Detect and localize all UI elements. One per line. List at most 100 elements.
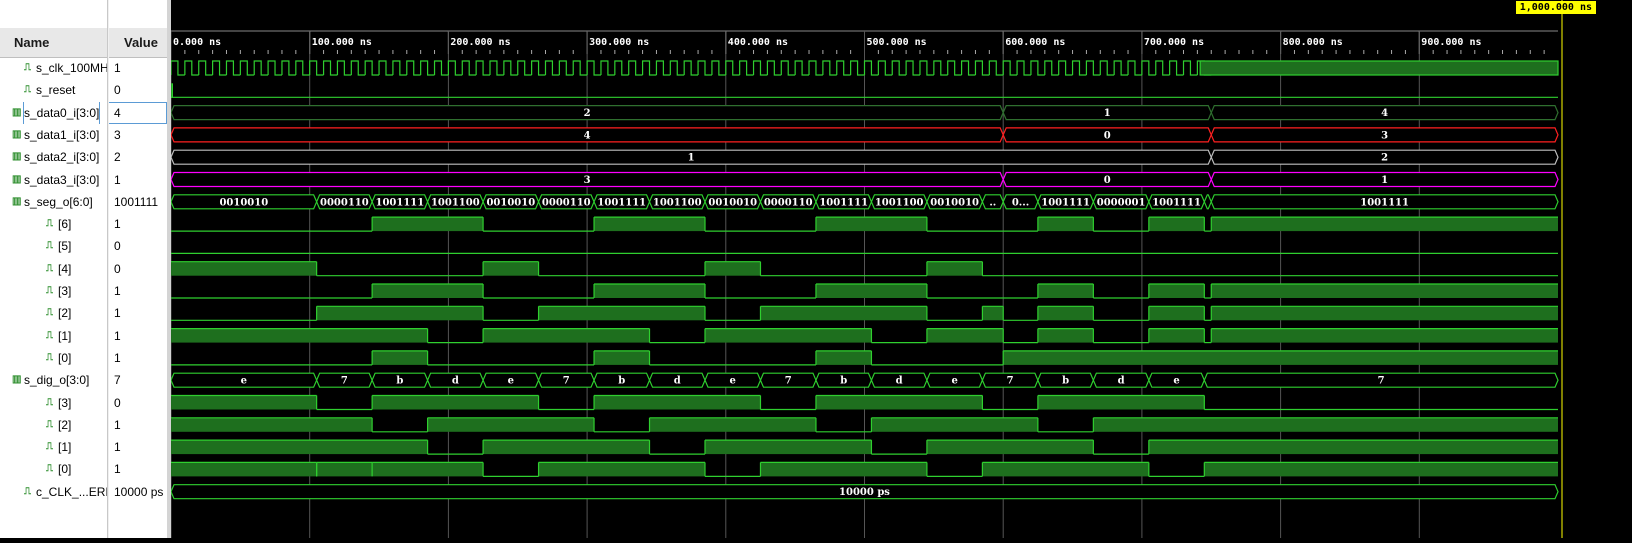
bus-signal-icon: ▥ xyxy=(12,173,22,185)
signal-row[interactable]: ⎍ [6] xyxy=(0,213,107,235)
bus-value-label: 0000110 xyxy=(764,197,813,208)
bit-high-fill xyxy=(372,217,484,232)
waveform-canvas[interactable]: 0.000 ns 100.000 ns 200.000 ns 300.000 ns 40… xyxy=(170,0,1632,538)
signal-value[interactable]: 1 xyxy=(108,325,167,347)
bit-high-fill xyxy=(171,328,428,343)
bit-high-fill xyxy=(815,284,927,298)
signal-row[interactable]: ⎍ [2] xyxy=(0,414,107,436)
signal-value[interactable]: 1 xyxy=(108,347,167,369)
signal-value[interactable]: 1001111 xyxy=(108,191,167,213)
signal-row[interactable]: ⎍ [5] xyxy=(0,235,107,257)
waveform-row[interactable] xyxy=(171,328,1558,344)
signal-value[interactable]: 0 xyxy=(108,392,167,414)
bus-value-label: b xyxy=(1062,376,1069,387)
signal-value[interactable]: 1 xyxy=(108,458,167,480)
waveform-row[interactable] xyxy=(171,216,1558,232)
bit-high-fill xyxy=(760,462,927,477)
bit-high-fill xyxy=(316,462,373,477)
signal-name: [5] xyxy=(58,239,72,254)
bit-high-fill xyxy=(982,306,1004,321)
waveform-row[interactable] xyxy=(171,305,1558,321)
column-splitter[interactable] xyxy=(107,0,109,538)
bit-high-fill xyxy=(594,217,705,232)
signal-value[interactable]: 1 xyxy=(108,414,167,436)
bus-value-label: 0010010 xyxy=(219,197,268,208)
waveform-row[interactable]: 0010010 0000110 1001111 1001100 0010010 00001… xyxy=(170,194,1559,210)
bus-value-label: 1001100 xyxy=(875,197,924,208)
signal-value[interactable]: 10000 ps xyxy=(108,481,167,503)
waveform-row[interactable]: 3 0 1 xyxy=(170,171,1559,188)
signal-row[interactable]: ▥ s_dig_o[3:0] xyxy=(0,369,107,391)
signal-row[interactable]: ⎍ [2] xyxy=(0,302,107,324)
waveform-row[interactable] xyxy=(171,439,1558,455)
bit-high-fill xyxy=(1148,306,1205,321)
bit-high-fill xyxy=(171,395,317,410)
signal-row[interactable]: ⎍ c_CLK_...ERIOD xyxy=(0,481,107,503)
signal-row[interactable]: ⎍ s_reset xyxy=(0,79,107,101)
waveform-row[interactable] xyxy=(171,350,1558,366)
signal-value[interactable]: 1 xyxy=(108,213,167,235)
signal-row[interactable]: ⎍ [3] xyxy=(0,392,107,414)
signal-value[interactable]: 1 xyxy=(108,302,167,324)
value-column-header[interactable]: Value xyxy=(108,28,167,58)
signal-row[interactable]: ▥ s_data3_i[3:0] xyxy=(0,169,107,191)
waveform-row[interactable] xyxy=(171,461,1558,477)
signal-row[interactable]: ⎍ [3] xyxy=(0,280,107,302)
bus-value-label: 1001111 xyxy=(1360,197,1409,208)
waveform-row[interactable]: 10000 ps xyxy=(170,484,1559,500)
bus-signal-icon: ▥ xyxy=(12,195,22,207)
signal-name: s_data0_i[3:0] xyxy=(22,101,101,124)
signal-row[interactable]: ⎍ [1] xyxy=(0,325,107,347)
signal-value[interactable]: 1 xyxy=(108,436,167,458)
bus-value-label: e xyxy=(241,376,247,387)
signal-value[interactable]: 1 xyxy=(108,280,167,302)
bus-value-label: 1001111 xyxy=(819,197,868,208)
bus-value-label: 0000001 xyxy=(1097,197,1146,208)
signal-name: [1] xyxy=(58,440,72,455)
clock-trace xyxy=(170,60,1212,76)
signal-row[interactable]: ⎍ [0] xyxy=(0,347,107,369)
signal-name: [3] xyxy=(58,284,72,298)
ruler-label: 900.000 ns xyxy=(1421,37,1481,48)
bus-value-label: 4 xyxy=(1381,108,1388,119)
signal-value[interactable]: 0 xyxy=(108,258,167,280)
waveform-row[interactable]: e 7 b d e 7 b d e 7 b d e 7 b d e 7 xyxy=(170,372,1559,388)
signal-value[interactable]: 0 xyxy=(108,235,167,257)
signal-row[interactable]: ⎍ s_clk_100MHz xyxy=(0,57,107,79)
signal-row[interactable]: ⎍ [4] xyxy=(0,258,107,280)
waveform-row[interactable] xyxy=(170,60,1559,76)
waveform-svg[interactable]: 0.000 ns 100.000 ns 200.000 ns 300.000 ns 40… xyxy=(170,0,1632,538)
bit-high-fill xyxy=(815,217,927,232)
ruler-label: 700.000 ns xyxy=(1144,37,1204,48)
bit-high-fill xyxy=(1037,395,1205,410)
bus-value-label: 2 xyxy=(1381,153,1388,164)
bit-high-fill xyxy=(594,350,650,365)
bus-value-label: e xyxy=(951,376,957,387)
waveform-row[interactable]: 4 0 3 xyxy=(170,127,1559,143)
signal-row[interactable]: ⎍ [1] xyxy=(0,436,107,458)
signal-row[interactable]: ▥ s_data2_i[3:0] xyxy=(0,146,107,168)
bit-high-fill xyxy=(704,440,872,455)
cursor-time-badge: 1,000.000 ns xyxy=(1515,1,1596,14)
signal-value[interactable]: 1 xyxy=(108,57,167,79)
name-column-header[interactable]: Name xyxy=(0,28,107,58)
bit-signal-icon: ⎍ xyxy=(46,307,53,319)
bus-value-label: 3 xyxy=(584,175,591,186)
signal-value[interactable]: 1 xyxy=(108,169,167,191)
bus-value-label: 10000 ps xyxy=(839,487,890,498)
waveform-row[interactable] xyxy=(171,283,1558,299)
waveform-row[interactable] xyxy=(171,394,1558,411)
signal-row[interactable]: ▥ s_seg_o[6:0] xyxy=(0,191,107,213)
waveform-row[interactable]: 12 xyxy=(170,149,1559,165)
signal-value[interactable]: 7 xyxy=(108,369,167,391)
signal-value[interactable]: 4 xyxy=(108,101,167,124)
signal-row[interactable]: ▥ s_data1_i[3:0] xyxy=(0,124,107,146)
signal-row[interactable]: ⎍ [0] xyxy=(0,458,107,480)
bit-high-fill xyxy=(171,440,428,455)
signal-value[interactable]: 2 xyxy=(108,146,167,168)
waveform-row[interactable]: 2 1 4 xyxy=(170,105,1559,121)
signal-value[interactable]: 0 xyxy=(108,79,167,101)
signal-name: s_seg_o[6:0] xyxy=(24,194,93,209)
signal-value[interactable]: 3 xyxy=(108,124,167,146)
signal-row[interactable]: ▥ s_data0_i[3:0] xyxy=(0,101,107,124)
